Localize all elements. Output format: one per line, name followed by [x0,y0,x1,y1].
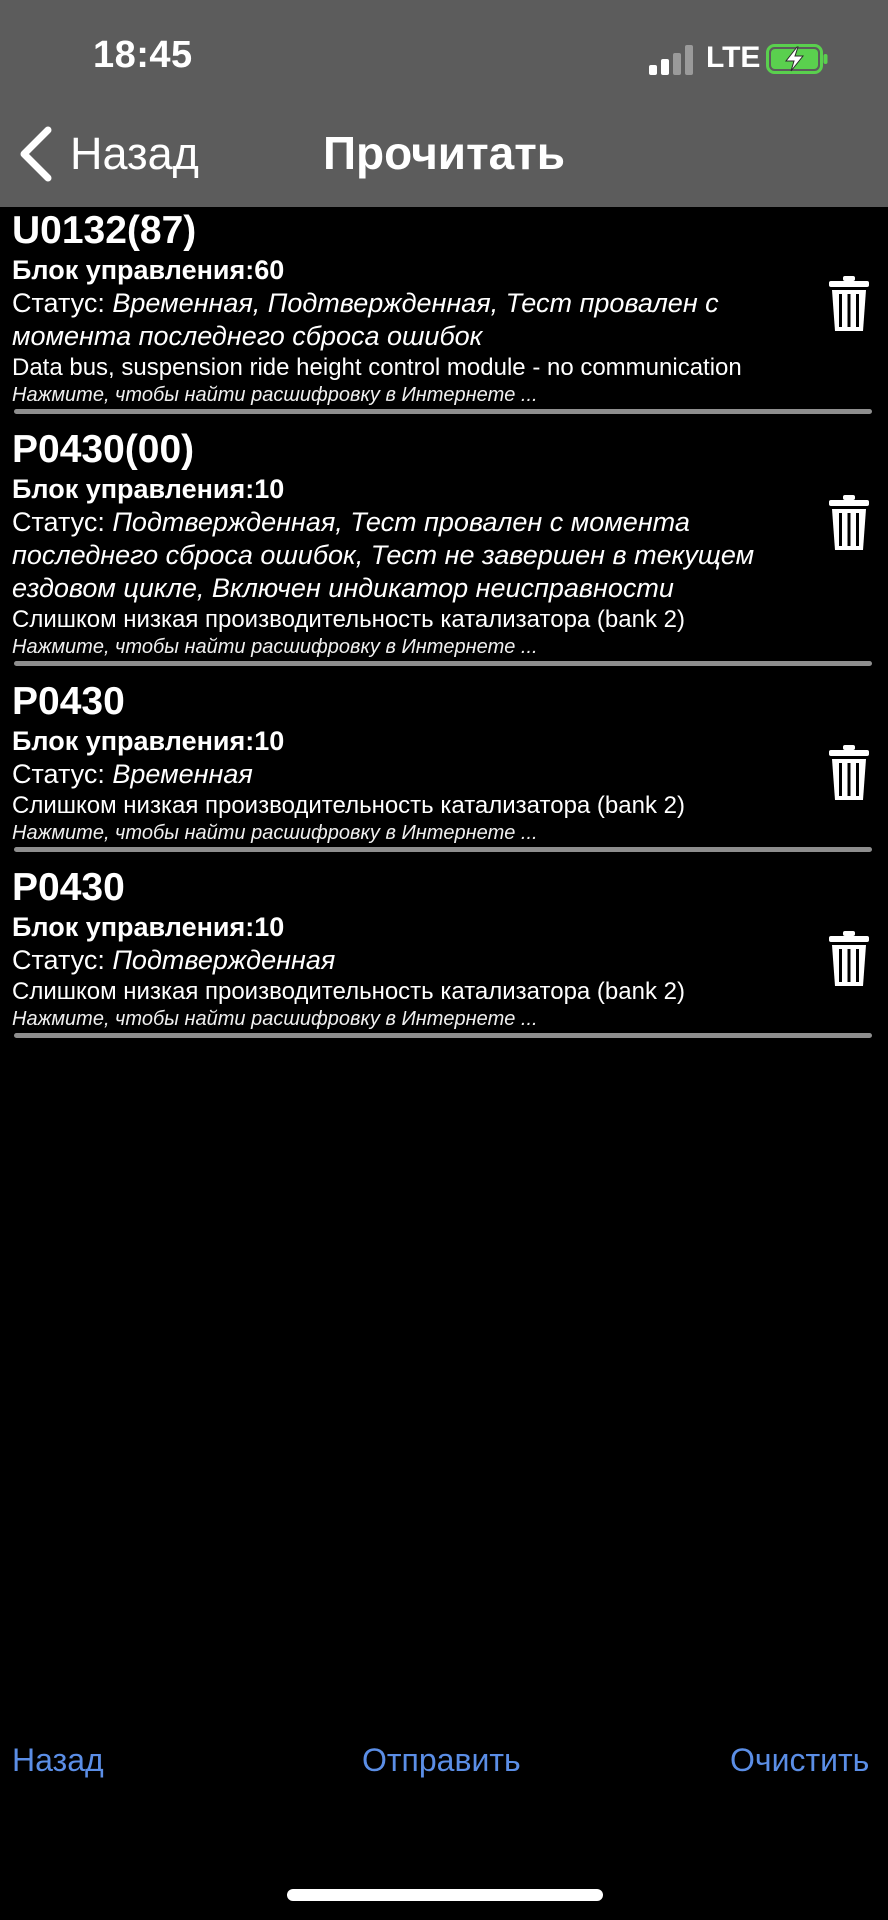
error-description: Data bus, suspension ride height control… [12,354,742,381]
error-description: Слишком низкая производительность катали… [12,792,685,819]
error-code: P0430(00) [12,428,195,471]
trash-icon[interactable] [828,930,870,988]
error-item[interactable]: P0430 Блок управления:10 Статус: Подтвер… [0,864,888,1031]
trash-icon[interactable] [828,275,870,333]
screen: 18:45 LTE Назад Прочитать U0132(87) Блок… [0,0,888,1920]
status-time: 18:45 [93,34,193,76]
control-block: Блок управления:10 [12,474,285,504]
bottom-toolbar: Назад Отправить Очистить [0,1742,888,1792]
control-block: Блок управления:60 [12,255,285,285]
control-block: Блок управления:10 [12,726,285,756]
page-title: Прочитать [0,126,888,180]
error-status: Статус: Временная, Подтвержденная, Тест … [12,287,788,353]
error-item[interactable]: P0430 Блок управления:10 Статус: Временн… [0,678,888,845]
error-code: P0430 [12,680,125,723]
status-prefix: Статус: [12,945,113,975]
error-status: Статус: Временная [12,758,788,791]
status-value: Подтвержденная, Тест провален с момента … [12,507,755,603]
error-status: Статус: Подтвержденная, Тест провален с … [12,506,788,605]
network-label: LTE [706,41,761,74]
battery-charging-icon [766,44,828,74]
trash-icon[interactable] [828,744,870,802]
clear-button[interactable]: Очистить [730,1742,869,1779]
home-indicator[interactable] [287,1889,603,1901]
error-list: U0132(87) Блок управления:60 Статус: Вре… [0,207,888,1050]
error-item[interactable]: P0430(00) Блок управления:10 Статус: Под… [0,426,888,659]
signal-icon [649,45,693,75]
error-description: Слишком низкая производительность катали… [12,606,685,633]
divider [14,661,872,666]
search-hint: Нажмите, чтобы найти расшифровку в Интер… [12,384,538,406]
status-prefix: Статус: [12,288,113,318]
status-value: Временная, Подтвержденная, Тест провален… [12,288,719,351]
search-hint: Нажмите, чтобы найти расшифровку в Интер… [12,636,538,658]
status-prefix: Статус: [12,759,113,789]
status-value: Временная [112,759,253,789]
divider [14,847,872,852]
page-title-text: Прочитать [322,127,566,179]
control-block: Блок управления:10 [12,912,285,942]
search-hint: Нажмите, чтобы найти расшифровку в Интер… [12,822,538,844]
error-status: Статус: Подтвержденная [12,944,788,977]
header: 18:45 LTE Назад Прочитать [0,0,888,207]
search-hint: Нажмите, чтобы найти расшифровку в Интер… [12,1008,538,1030]
divider [14,409,872,414]
error-item[interactable]: U0132(87) Блок управления:60 Статус: Вре… [0,207,888,407]
back-button[interactable]: Назад [12,1742,104,1779]
error-code: P0430 [12,866,125,909]
trash-icon[interactable] [828,494,870,552]
divider [14,1033,872,1038]
error-code: U0132(87) [12,209,197,252]
status-value: Подтвержденная [112,945,336,975]
status-prefix: Статус: [12,507,113,537]
error-description: Слишком низкая производительность катали… [12,978,685,1005]
send-button[interactable]: Отправить [362,1742,521,1779]
